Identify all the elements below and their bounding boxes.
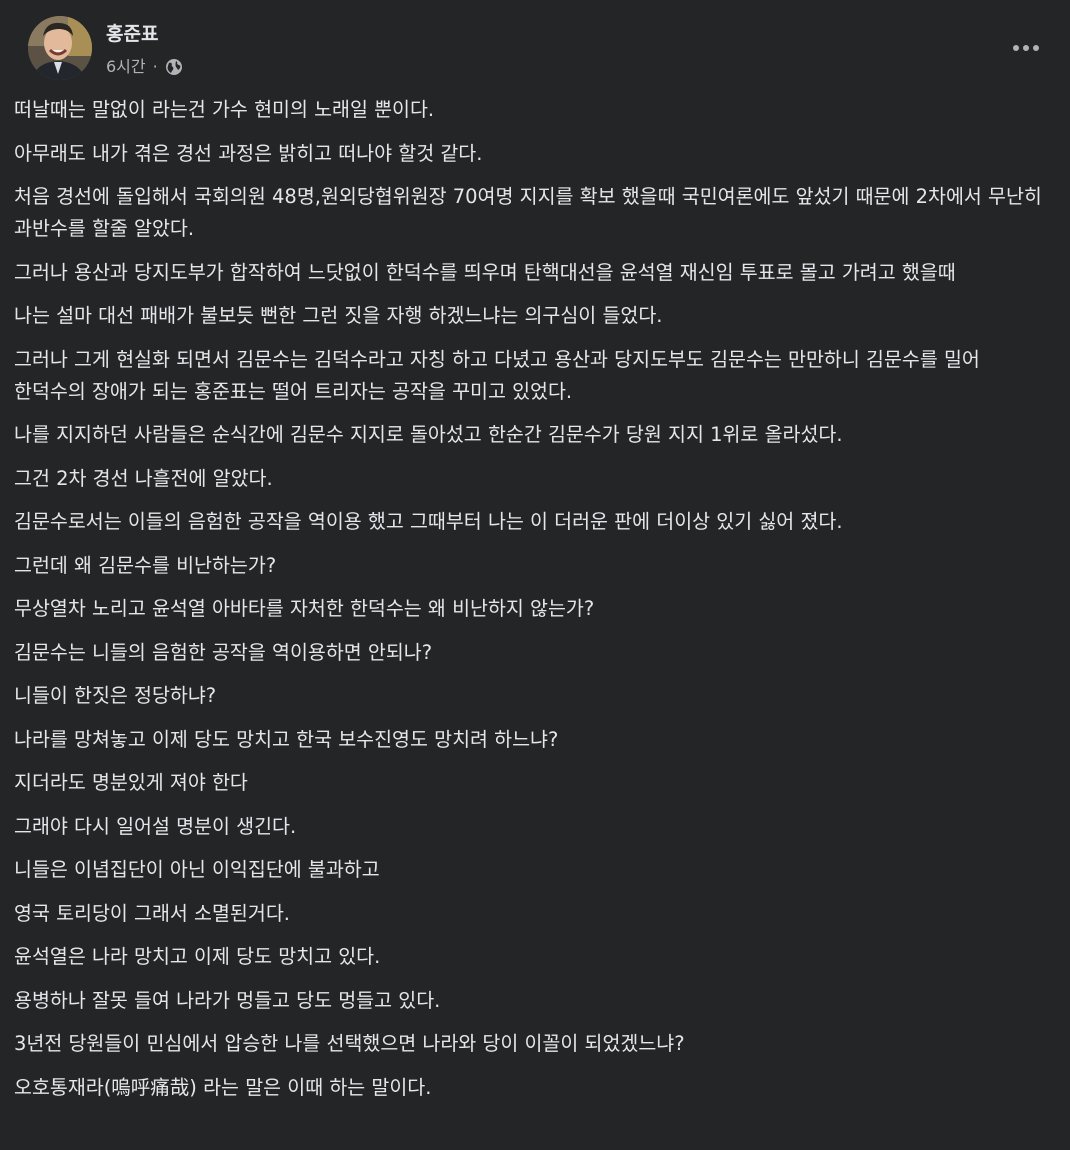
facebook-post: 홍준표 6시간 · 떠날때는 말없이 라는건 가수 현미의 노래일 뿐이다. 아무… (0, 0, 1070, 1150)
post-header: 홍준표 6시간 · (14, 0, 1058, 94)
post-paragraph: 지더라도 명분있게 져야 한다 (14, 771, 248, 794)
post-paragraph: 김문수로서는 이들의 음험한 공작을 역이용 했고 그때부터 나는 이 더러운 … (14, 510, 843, 533)
author-avatar[interactable] (28, 16, 92, 80)
post-paragraph: 나라를 망쳐놓고 이제 당도 망치고 한국 보수진영도 망치려 하느냐? (14, 727, 559, 751)
post-paragraph: 나를 지지하던 사람들은 순식간에 김문수 지지로 돌아섰고 한순간 김문수가 … (14, 423, 843, 446)
post-paragraph: 아무래도 내가 겪은 경선 과정은 밝히고 떠나야 할것 같다. (14, 141, 483, 165)
post-paragraph: 무상열차 노리고 윤석열 아바타를 자처한 한덕수는 왜 비난하지 않는가? (14, 597, 595, 620)
post-paragraph: 니들이 한짓은 정당하냐? (14, 684, 217, 707)
post-paragraph: 윤석열은 나라 망치고 이제 당도 망치고 있다. (14, 945, 381, 968)
post-paragraph: 그러나 용산과 당지도부가 합작하여 느닷없이 한덕수를 띄우며 탄핵대선을 윤… (14, 260, 956, 284)
avatar-photo (28, 16, 92, 80)
post-paragraph: 나는 설마 대선 패배가 불보듯 뻔한 그런 짓을 자행 하겠느냐는 의구심이 … (14, 304, 663, 327)
post-paragraph: 그래야 다시 일어설 명분이 생긴다. (14, 814, 297, 838)
post-paragraph: 떠날때는 말없이 라는건 가수 현미의 노래일 뿐이다. (14, 98, 435, 121)
more-options-icon (1013, 45, 1039, 51)
author-name[interactable]: 홍준표 (106, 20, 158, 48)
globe-icon[interactable] (165, 58, 183, 76)
post-timestamp[interactable]: 6시간 (106, 54, 146, 80)
post-body: 떠날때는 말없이 라는건 가수 현미의 노래일 뿐이다. 아무래도 내가 겪은 경… (14, 94, 1058, 1104)
post-paragraph: 처음 경선에 돌입해서 국회의원 48명,원외당협위원장 70여명 지지를 확보… (14, 185, 1042, 240)
post-paragraph: 그런데 왜 김문수를 비난하는가? (14, 553, 277, 577)
post-paragraph: 니들은 이념집단이 아닌 이익집단에 불과하고 (14, 858, 380, 881)
meta-separator: · (152, 57, 158, 76)
more-options-button[interactable] (1006, 30, 1046, 66)
post-meta: 6시간 · (106, 54, 183, 80)
post-paragraph: 용병하나 잘못 들여 나라가 멍들고 당도 멍들고 있다. (14, 988, 441, 1012)
post-paragraph: 김문수는 니들의 음험한 공작을 역이용하면 안되나? (14, 640, 433, 664)
post-paragraph: 그건 2차 경선 나흘전에 알았다. (14, 466, 273, 490)
post-paragraph: 3년전 당원들이 민심에서 압승한 나를 선택했으면 나라와 당이 이꼴이 되었… (14, 1032, 685, 1055)
post-paragraph: 오호통재라(嗚呼痛哉) 라는 말은 이때 하는 말이다. (14, 1075, 432, 1099)
post-paragraph: 영국 토리당이 그래서 소멸된거다. (14, 901, 290, 925)
post-paragraph: 그러나 그게 현실화 되면서 김문수는 김덕수라고 자칭 하고 다녔고 용산과 … (14, 347, 980, 403)
